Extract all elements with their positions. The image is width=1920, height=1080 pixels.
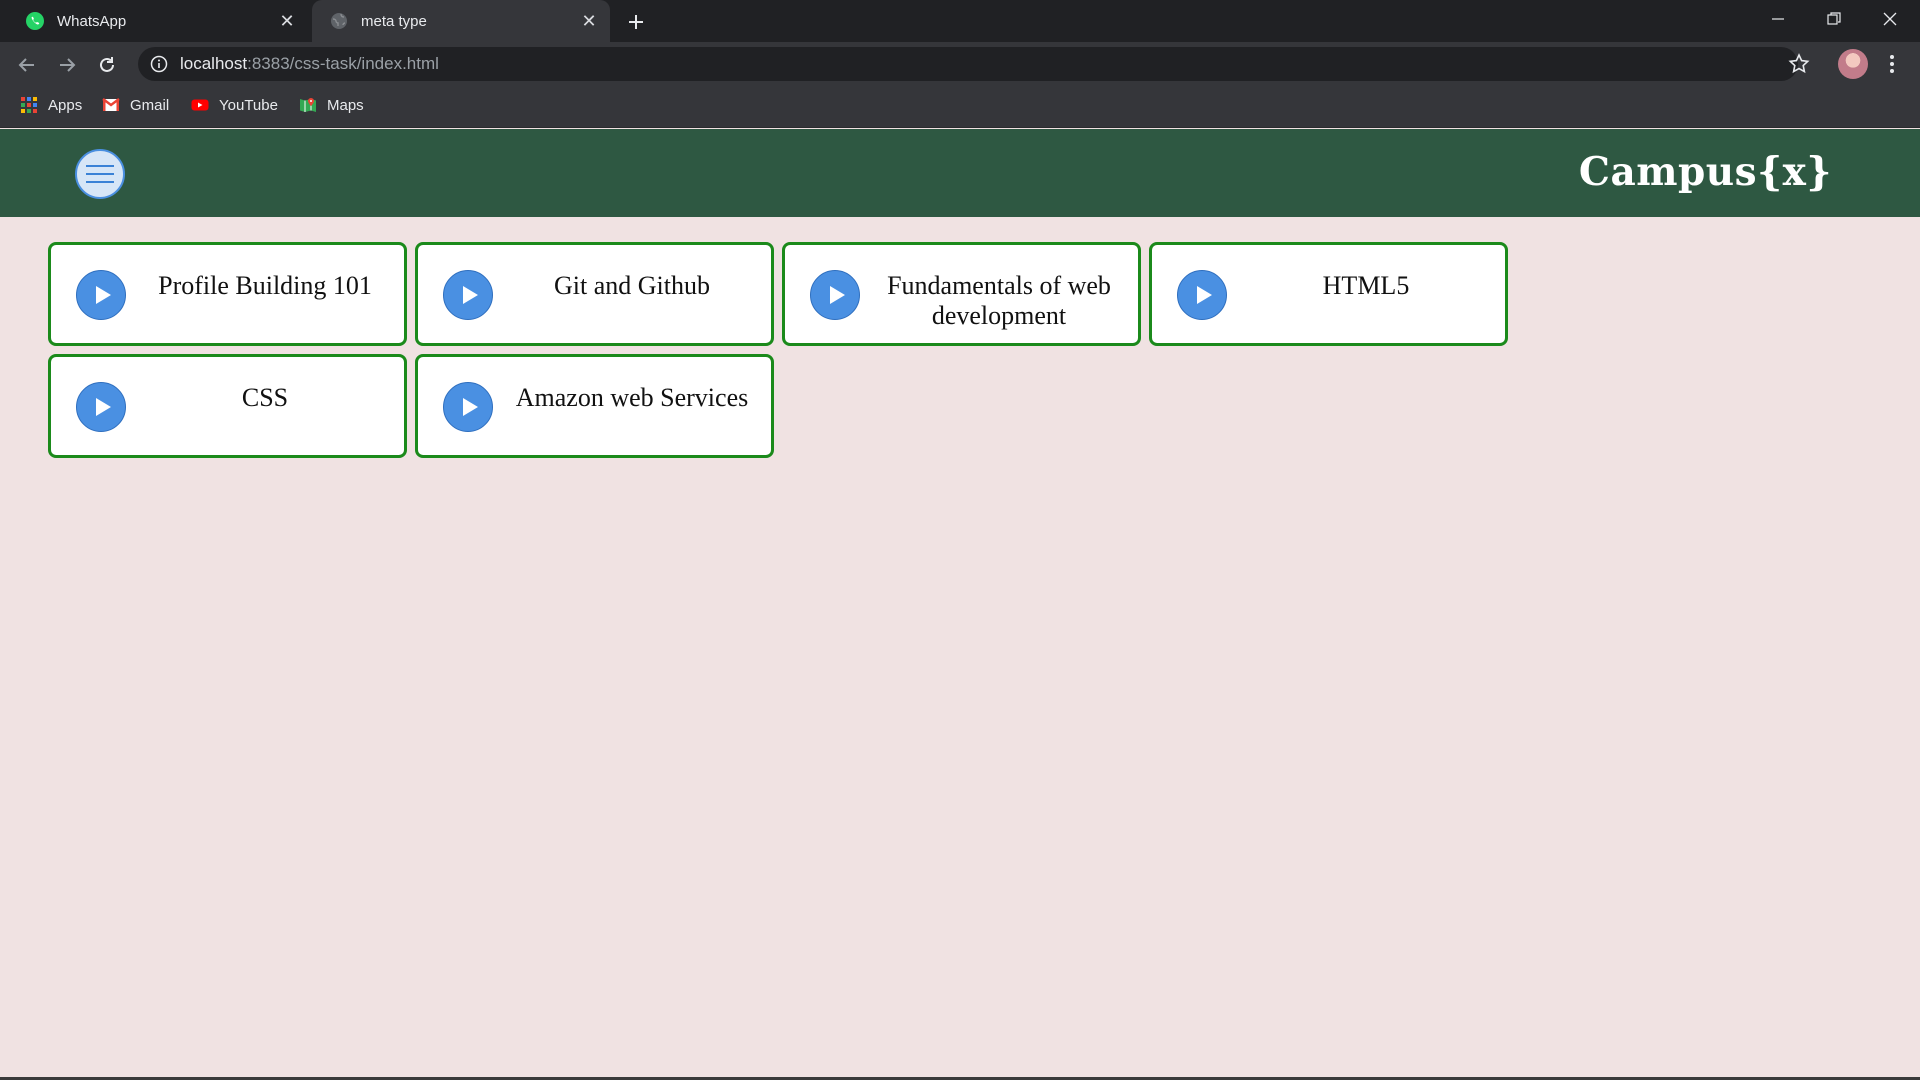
- reload-icon[interactable]: [92, 50, 122, 80]
- course-card[interactable]: Fundamentals of web development: [782, 242, 1141, 346]
- window-close-icon[interactable]: [1862, 0, 1918, 38]
- youtube-icon: [191, 99, 209, 111]
- browser-toolbar: localhost:8383/css-task/index.html: [0, 42, 1920, 86]
- site-navbar: Campus{x}: [0, 129, 1920, 217]
- brand-logo-text: Campus{x}: [1578, 149, 1832, 195]
- hamburger-menu-button[interactable]: [75, 149, 125, 199]
- play-icon[interactable]: [443, 382, 493, 432]
- bookmark-label: Gmail: [130, 96, 170, 114]
- url-host: localhost: [180, 54, 248, 73]
- maps-icon: [300, 98, 316, 112]
- more-menu-icon[interactable]: [1882, 52, 1902, 76]
- course-title: Git and Github: [554, 271, 710, 300]
- course-card[interactable]: Amazon web Services: [415, 354, 774, 458]
- profile-avatar[interactable]: [1838, 49, 1868, 79]
- course-card[interactable]: HTML5: [1149, 242, 1508, 346]
- browser-tabstrip: WhatsApp ✕ meta type ✕: [0, 0, 1920, 42]
- course-title: Amazon web Services: [515, 383, 749, 412]
- play-icon[interactable]: [443, 270, 493, 320]
- apps-grid-icon: [21, 97, 37, 113]
- course-title: CSS: [241, 383, 289, 412]
- play-icon[interactable]: [76, 382, 126, 432]
- course-card[interactable]: CSS: [48, 354, 407, 458]
- hamburger-line: [86, 173, 114, 175]
- url-path: :8383/css-task/index.html: [247, 54, 439, 73]
- new-tab-icon[interactable]: [622, 8, 650, 36]
- bookmark-youtube[interactable]: YouTube: [191, 86, 278, 124]
- tab-meta-type[interactable]: meta type ✕: [312, 0, 610, 42]
- address-bar[interactable]: localhost:8383/css-task/index.html: [138, 47, 1798, 81]
- play-icon[interactable]: [810, 270, 860, 320]
- forward-arrow-icon[interactable]: [52, 50, 82, 80]
- course-grid: Profile Building 101 Git and Github Fund…: [48, 242, 1874, 458]
- info-icon[interactable]: [150, 55, 168, 73]
- bookmark-gmail[interactable]: Gmail: [102, 86, 169, 124]
- bookmark-label: Apps: [48, 96, 83, 114]
- bookmark-apps[interactable]: Apps: [20, 86, 82, 124]
- tab-close-icon[interactable]: ✕: [578, 10, 600, 32]
- hamburger-line: [86, 181, 114, 183]
- hamburger-line: [86, 165, 114, 167]
- bookmark-maps[interactable]: Maps: [299, 86, 364, 124]
- course-card[interactable]: Profile Building 101: [48, 242, 407, 346]
- bookmark-label: Maps: [327, 96, 364, 114]
- bookmark-label: YouTube: [219, 96, 278, 114]
- minimize-icon[interactable]: [1750, 0, 1806, 38]
- gmail-icon: [102, 98, 120, 111]
- play-icon[interactable]: [76, 270, 126, 320]
- whatsapp-icon: [26, 12, 44, 30]
- tab-close-icon[interactable]: ✕: [276, 10, 298, 32]
- play-icon[interactable]: [1177, 270, 1227, 320]
- bookmarks-bar: Apps Gmail YouTube Maps: [0, 86, 1920, 128]
- course-card[interactable]: Git and Github: [415, 242, 774, 346]
- course-title: Fundamentals of web development: [887, 271, 1111, 330]
- tab-title: meta type: [361, 12, 427, 30]
- restore-icon[interactable]: [1806, 0, 1862, 38]
- course-title: Profile Building 101: [158, 271, 372, 300]
- tab-title: WhatsApp: [57, 12, 127, 30]
- globe-icon: [331, 13, 347, 29]
- tab-whatsapp[interactable]: WhatsApp ✕: [8, 0, 308, 42]
- bookmark-star-icon[interactable]: [1787, 52, 1811, 76]
- back-arrow-icon[interactable]: [12, 50, 42, 80]
- course-title: HTML5: [1322, 271, 1410, 300]
